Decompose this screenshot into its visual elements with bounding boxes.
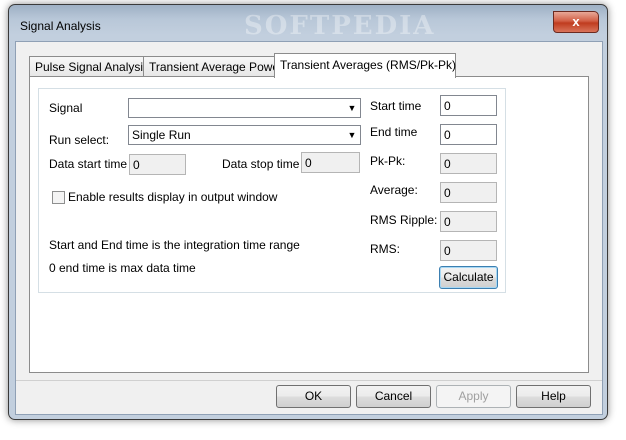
cancel-button[interactable]: Cancel bbox=[356, 385, 431, 408]
enable-results-label[interactable]: Enable results display in output window bbox=[68, 190, 277, 204]
pkpk-value: 0 bbox=[444, 157, 451, 171]
run-select-value: Single Run bbox=[132, 128, 191, 142]
apply-button[interactable]: Apply bbox=[436, 385, 511, 408]
end-time-input[interactable]: 0 bbox=[440, 124, 497, 145]
data-stop-field: 0 bbox=[301, 152, 360, 173]
rms-ripple-label: RMS Ripple: bbox=[370, 213, 438, 227]
help-button[interactable]: Help bbox=[516, 385, 591, 408]
chevron-down-icon: ▼ bbox=[347, 103, 357, 113]
chevron-down-icon: ▼ bbox=[347, 130, 357, 140]
enable-results-checkbox[interactable] bbox=[52, 191, 65, 204]
tab-transient-averages[interactable]: Transient Averages (RMS/Pk-Pk) bbox=[274, 53, 456, 78]
tab-transient-average-power[interactable]: Transient Average Power bbox=[143, 56, 284, 77]
calculate-button[interactable]: Calculate bbox=[439, 266, 498, 289]
tab-label: Transient Average Power bbox=[149, 60, 284, 74]
start-time-value: 0 bbox=[444, 99, 451, 113]
signal-select[interactable]: ▼ bbox=[128, 98, 361, 118]
data-start-value: 0 bbox=[133, 158, 140, 172]
tab-label: Transient Averages (RMS/Pk-Pk) bbox=[280, 58, 457, 72]
data-start-field: 0 bbox=[129, 154, 186, 175]
window-title: Signal Analysis bbox=[20, 19, 101, 33]
data-stop-label: Data stop time bbox=[222, 157, 300, 171]
rms-ripple-field: 0 bbox=[440, 211, 497, 232]
tab-label: Pulse Signal Analysis bbox=[35, 60, 150, 74]
note-integration-range: Start and End time is the integration ti… bbox=[49, 238, 300, 252]
ok-button[interactable]: OK bbox=[276, 385, 351, 408]
settings-group: Signal ▼ Run select: Single Run ▼ Data s… bbox=[38, 88, 506, 293]
average-value: 0 bbox=[444, 186, 451, 200]
close-icon: x bbox=[572, 14, 580, 29]
start-time-label: Start time bbox=[370, 99, 422, 113]
dialog-client-area: Pulse Signal Analysis Transient Average … bbox=[15, 41, 603, 415]
data-start-label: Data start time bbox=[49, 157, 128, 171]
note-max-data-time: 0 end time is max data time bbox=[49, 261, 196, 275]
end-time-label: End time bbox=[370, 125, 418, 139]
run-select[interactable]: Single Run ▼ bbox=[128, 125, 361, 145]
rms-field: 0 bbox=[440, 240, 497, 261]
watermark: SOFTPEDIA bbox=[244, 11, 436, 41]
rms-ripple-value: 0 bbox=[444, 215, 451, 229]
end-time-value: 0 bbox=[444, 128, 451, 142]
tab-panel: Signal ▼ Run select: Single Run ▼ Data s… bbox=[29, 76, 589, 373]
run-select-label: Run select: bbox=[49, 133, 110, 147]
pkpk-field: 0 bbox=[440, 153, 497, 174]
data-stop-value: 0 bbox=[305, 156, 312, 170]
average-label: Average: bbox=[370, 183, 418, 197]
bottom-separator bbox=[16, 380, 602, 381]
rms-value: 0 bbox=[444, 244, 451, 258]
rms-label: RMS: bbox=[370, 242, 400, 256]
start-time-input[interactable]: 0 bbox=[440, 95, 497, 116]
pkpk-label: Pk-Pk: bbox=[370, 154, 406, 168]
signal-label: Signal bbox=[49, 101, 83, 115]
average-field: 0 bbox=[440, 182, 497, 203]
dialog-window: Signal Analysis SOFTPEDIA x Pulse Signal… bbox=[8, 4, 608, 420]
close-button[interactable]: x bbox=[553, 11, 599, 33]
